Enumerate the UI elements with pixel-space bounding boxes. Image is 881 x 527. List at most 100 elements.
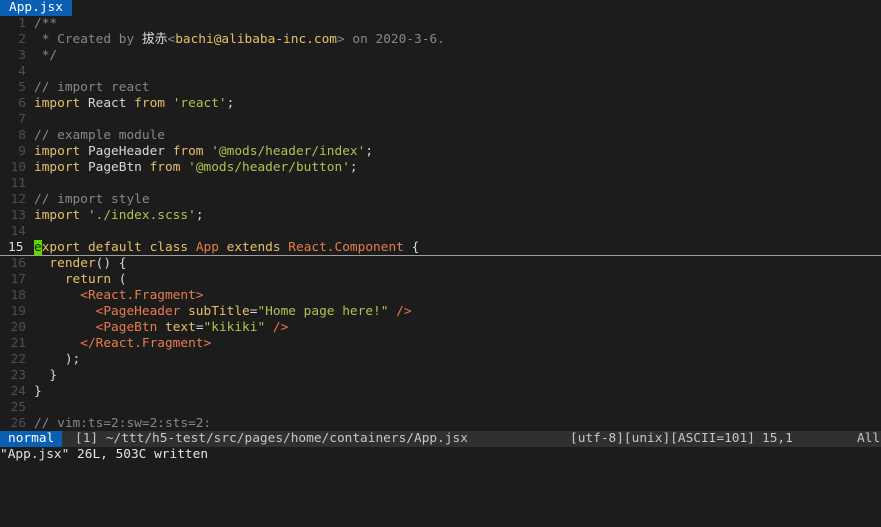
code-token: '@mods/header/index' bbox=[211, 144, 366, 159]
code-token: ( bbox=[118, 272, 127, 287]
code-token: subTitle bbox=[188, 304, 250, 319]
code-line[interactable]: 24} bbox=[0, 384, 881, 400]
tab-app-jsx[interactable]: App.jsx bbox=[0, 0, 72, 16]
code-line[interactable]: 14 bbox=[0, 224, 881, 240]
line-number: 14 bbox=[10, 224, 26, 239]
editor-buffer[interactable]: 1 /** 2 * Created by 拔赤<bachi@alibaba-inc.… bbox=[0, 16, 881, 432]
line-number: 7 bbox=[18, 112, 26, 127]
code-token: xport default class bbox=[41, 240, 196, 255]
code-line[interactable]: 13 import './index.scss'; bbox=[0, 208, 881, 224]
code-token: PageHeader bbox=[87, 144, 173, 159]
code-token: ; bbox=[195, 208, 204, 223]
line-number: 1 bbox=[18, 16, 26, 31]
code-token: ; bbox=[349, 160, 358, 175]
code-token: React.Component bbox=[288, 240, 412, 255]
code-token: bachi@alibaba-inc.com bbox=[175, 32, 337, 47]
code-token: > on 2020-3-6. bbox=[336, 32, 445, 47]
line-number: 3 bbox=[18, 48, 26, 63]
code-token: text bbox=[164, 320, 196, 335]
code-line[interactable]: 26 // vim:ts=2:sw=2:sts=2: bbox=[0, 416, 881, 432]
code-token: { bbox=[411, 240, 420, 255]
mode-indicator: normal bbox=[0, 431, 63, 447]
code-token: ; bbox=[365, 144, 374, 159]
status-cursor-position: 15,1 bbox=[762, 431, 793, 446]
code-token: = bbox=[195, 320, 204, 335]
code-token: 拔赤 bbox=[141, 32, 168, 47]
line-number: 6 bbox=[18, 96, 26, 111]
code-line[interactable]: 2 * Created by 拔赤<bachi@alibaba-inc.com>… bbox=[0, 32, 881, 48]
status-filepath: [1] ~/ttt/h5-test/src/pages/home/contain… bbox=[75, 431, 468, 446]
code-line[interactable]: 4 bbox=[0, 64, 881, 80]
code-token: import bbox=[34, 160, 88, 175]
code-token: 'react' bbox=[172, 96, 227, 111]
code-line[interactable]: 1 /** bbox=[0, 16, 881, 32]
cursor: e bbox=[34, 240, 42, 255]
line-number: 20 bbox=[10, 320, 26, 335]
code-token: /> bbox=[388, 304, 412, 319]
status-fileinfo: [utf-8][unix][ASCII=101] bbox=[570, 431, 755, 446]
code-token: App bbox=[195, 240, 227, 255]
line-number: 19 bbox=[10, 304, 26, 319]
code-token: from bbox=[172, 144, 212, 159]
code-line-current[interactable]: 15 export default class App extends React… bbox=[0, 240, 881, 256]
line-number: 13 bbox=[10, 208, 26, 223]
code-line[interactable]: 19 <PageHeader subTitle="Home page here!… bbox=[0, 304, 881, 320]
code-token: } bbox=[34, 384, 42, 399]
code-line[interactable]: 21 </React.Fragment> bbox=[0, 336, 881, 352]
code-line[interactable]: 6 import React from 'react'; bbox=[0, 96, 881, 112]
line-number: 25 bbox=[10, 400, 26, 415]
code-token: return bbox=[64, 272, 119, 287]
statusline: normal [1] ~/ttt/h5-test/src/pages/home/… bbox=[0, 431, 881, 447]
tabline: App.jsx bbox=[0, 0, 881, 16]
code-token: } bbox=[34, 368, 58, 383]
code-line[interactable]: 7 bbox=[0, 112, 881, 128]
line-number: 9 bbox=[18, 144, 26, 159]
code-line[interactable]: 10 import PageBtn from '@mods/header/butt… bbox=[0, 160, 881, 176]
code-token: React bbox=[87, 96, 135, 111]
status-scroll-percent: All bbox=[857, 431, 881, 446]
line-number: 26 bbox=[10, 416, 26, 431]
code-line[interactable]: 22 ); bbox=[0, 352, 881, 368]
code-token: // import style bbox=[34, 192, 150, 207]
code-line[interactable]: 11 bbox=[0, 176, 881, 192]
code-token: './index.scss' bbox=[87, 208, 196, 223]
code-line[interactable]: 8 // example module bbox=[0, 128, 881, 144]
code-token: /> bbox=[265, 320, 289, 335]
code-line[interactable]: 12 // import style bbox=[0, 192, 881, 208]
code-token: () { bbox=[95, 256, 127, 271]
code-token: from bbox=[134, 96, 173, 111]
code-token: * Created by bbox=[34, 32, 142, 47]
command-line[interactable]: "App.jsx" 26L, 503C written bbox=[0, 447, 881, 463]
code-line[interactable]: 25 bbox=[0, 400, 881, 416]
line-number: 24 bbox=[10, 384, 26, 399]
line-number: 8 bbox=[18, 128, 26, 143]
code-line[interactable]: 18 <React.Fragment> bbox=[0, 288, 881, 304]
line-number: 18 bbox=[10, 288, 26, 303]
code-line[interactable]: 23 } bbox=[0, 368, 881, 384]
code-line[interactable]: 17 return ( bbox=[0, 272, 881, 288]
line-number: 17 bbox=[10, 272, 26, 287]
code-token: extends bbox=[226, 240, 289, 255]
code-token: render bbox=[49, 256, 96, 271]
line-number: 5 bbox=[18, 80, 26, 95]
code-line[interactable]: 5 // import react bbox=[0, 80, 881, 96]
code-token: // vim:ts=2:sw=2:sts=2: bbox=[34, 416, 212, 431]
line-number: 4 bbox=[18, 64, 26, 79]
line-number: 16 bbox=[10, 256, 26, 271]
line-number: 21 bbox=[10, 336, 26, 351]
code-line[interactable]: 9 import PageHeader from '@mods/header/in… bbox=[0, 144, 881, 160]
code-line[interactable]: 3 */ bbox=[0, 48, 881, 64]
code-line[interactable]: 20 <PageBtn text="kikiki" /> bbox=[0, 320, 881, 336]
code-line[interactable]: 16 render() { bbox=[0, 256, 881, 272]
line-number: 10 bbox=[10, 160, 26, 175]
line-number: 23 bbox=[10, 368, 26, 383]
code-token: import bbox=[34, 208, 88, 223]
code-token: "kikiki" bbox=[203, 320, 266, 335]
code-token: ); bbox=[34, 352, 81, 367]
code-token: // example module bbox=[34, 128, 165, 143]
code-token: from bbox=[149, 160, 189, 175]
